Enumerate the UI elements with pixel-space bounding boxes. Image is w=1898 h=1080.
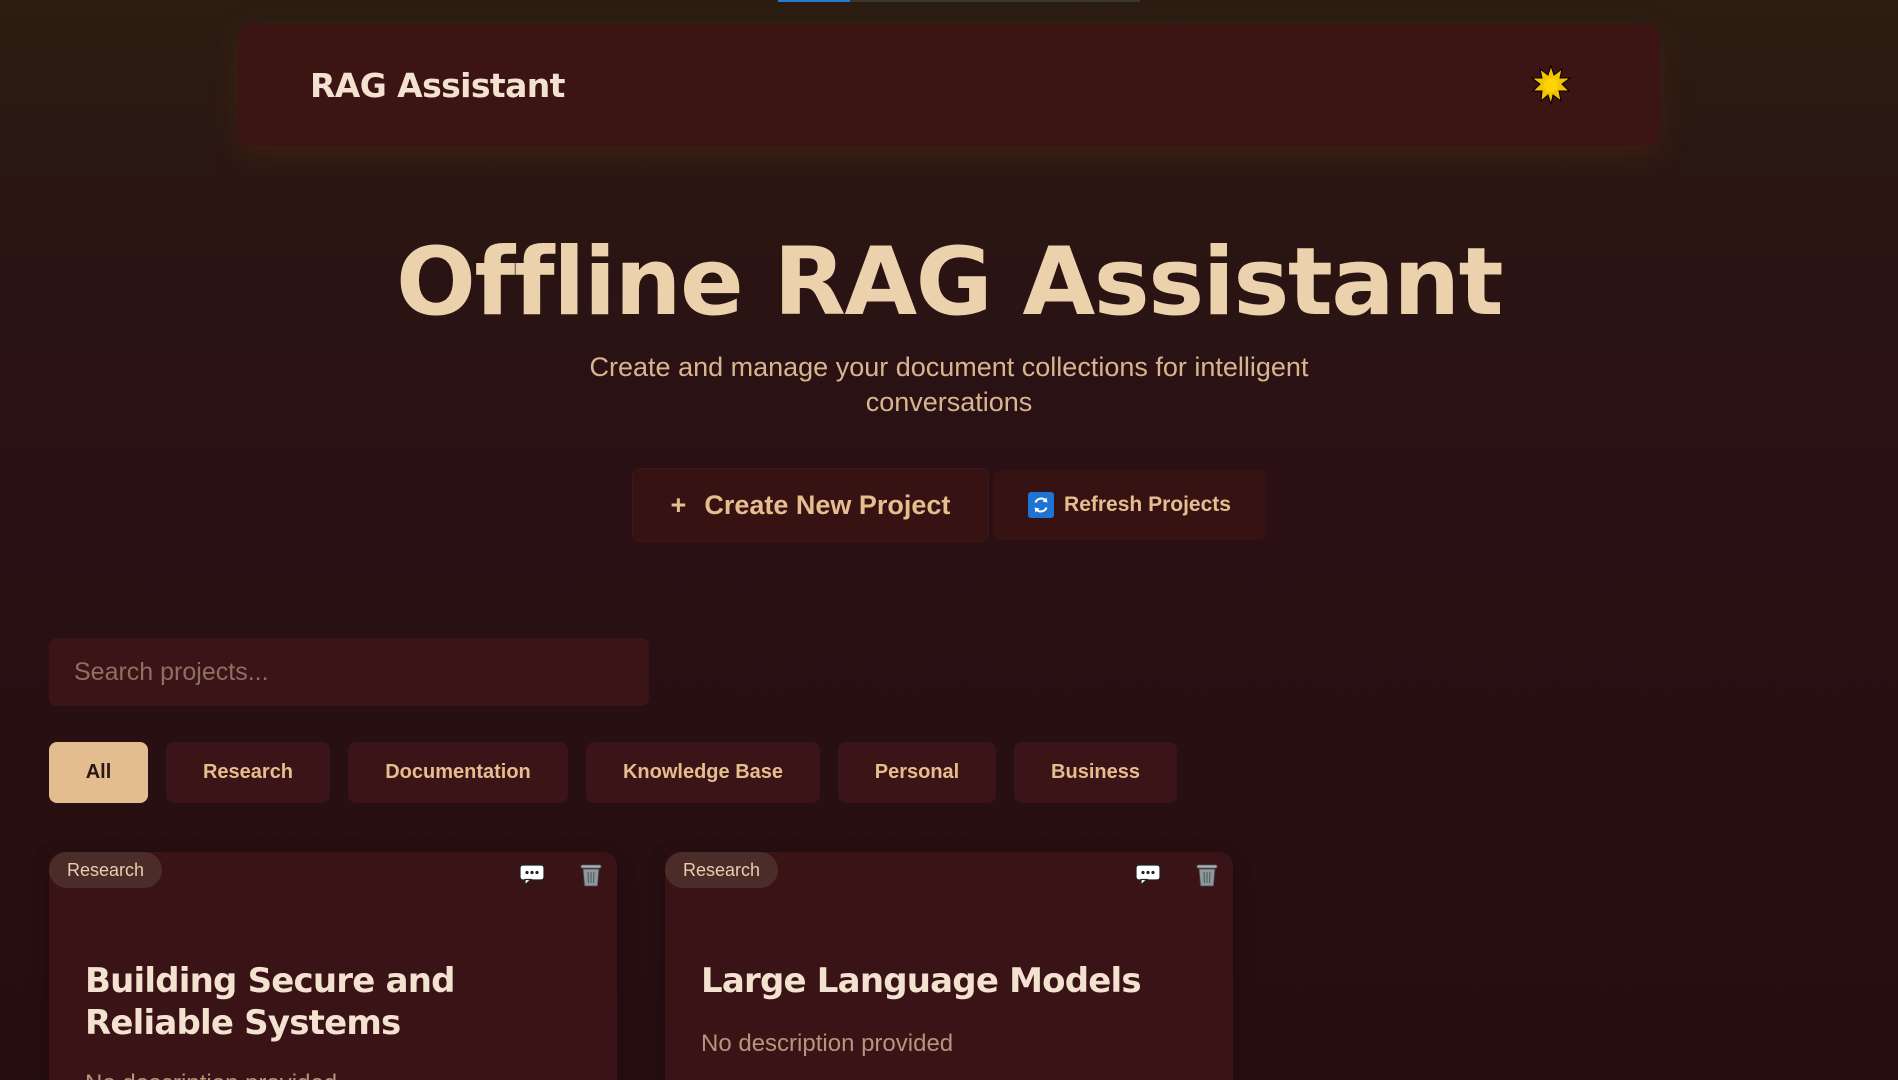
project-description: No description provided: [701, 1030, 954, 1057]
trash-icon[interactable]: [579, 862, 603, 888]
chat-icon[interactable]: [519, 864, 545, 887]
project-title: Large Language Models: [701, 961, 1142, 1001]
page-title: Offline RAG Assistant: [395, 228, 1504, 337]
refresh-projects-label: Refresh Projects: [1064, 493, 1231, 516]
project-card[interactable]: Research Building Secure and Reliable Sy…: [49, 852, 617, 1080]
filter-research[interactable]: Research: [166, 742, 330, 803]
create-project-button[interactable]: + Create New Project: [632, 468, 989, 542]
theme-toggle-button[interactable]: [1528, 62, 1574, 108]
filter-label: Business: [1051, 761, 1140, 783]
app-logo[interactable]: RAG Assistant: [310, 66, 565, 105]
filter-documentation[interactable]: Documentation: [348, 742, 568, 803]
plus-icon: +: [670, 489, 687, 520]
create-project-label: Create New Project: [704, 489, 951, 520]
project-description: No description provided: [85, 1070, 337, 1080]
refresh-icon: [1028, 492, 1055, 518]
page-loading-progress: [778, 0, 850, 2]
project-card[interactable]: Research Large Language Models No descri…: [665, 852, 1233, 1080]
category-badge: Research: [665, 852, 779, 888]
refresh-projects-button[interactable]: Refresh Projects: [993, 470, 1266, 540]
page-subtitle: Create and manage your document collecti…: [589, 352, 1309, 417]
page-loading-track: [850, 0, 1140, 2]
trash-icon[interactable]: [1195, 862, 1219, 888]
filter-label: Knowledge Base: [622, 761, 784, 783]
filter-label: Research: [202, 761, 294, 783]
sun-icon: [1531, 65, 1571, 105]
filter-label: All: [85, 761, 112, 783]
filter-all[interactable]: All: [49, 742, 148, 803]
category-badge: Research: [49, 852, 163, 888]
filter-personal[interactable]: Personal: [838, 742, 996, 803]
filter-business[interactable]: Business: [1014, 742, 1177, 803]
chat-icon[interactable]: [1135, 864, 1161, 887]
filter-label: Personal: [874, 761, 960, 783]
search-input[interactable]: [49, 638, 649, 706]
project-title: Building Secure and Reliable Systems: [85, 961, 455, 1043]
app-header: RAG Assistant: [238, 24, 1660, 146]
filter-knowledge-base[interactable]: Knowledge Base: [586, 742, 820, 803]
filter-label: Documentation: [385, 761, 531, 783]
